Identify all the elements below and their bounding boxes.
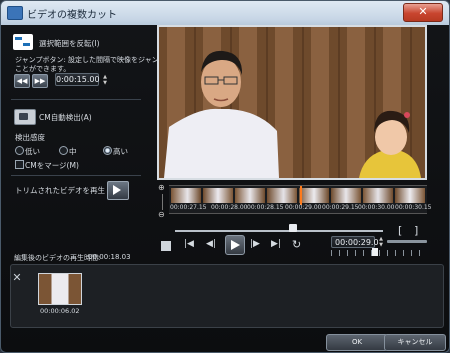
previous-frame-icon[interactable]: ◀| bbox=[206, 239, 216, 249]
play-icon bbox=[231, 240, 240, 250]
clip-thumbnail[interactable] bbox=[38, 273, 82, 305]
clip-time: 00:00:06.02 bbox=[40, 307, 80, 315]
delete-clip-icon[interactable]: ✕ bbox=[11, 271, 23, 285]
trim-duration-value: 00:00:18.03 bbox=[88, 253, 131, 261]
app-icon bbox=[7, 6, 23, 20]
timeline-filmstrip[interactable]: 00:00:27.15 00:00:28.00 00:00:28.15 00:0… bbox=[169, 185, 432, 214]
thumbnail bbox=[331, 188, 361, 203]
timecode-label: 00:00:27.15 bbox=[170, 204, 207, 211]
thumbnail bbox=[203, 188, 233, 203]
timecode-label: 00:00:30.15 bbox=[395, 204, 432, 211]
repeat-icon[interactable]: ↻ bbox=[292, 238, 301, 251]
zoom-out-icon[interactable]: ⊖ bbox=[158, 210, 165, 219]
scrub-bar[interactable] bbox=[175, 230, 383, 232]
clip-tray: ✕ 00:00:06.02 bbox=[10, 264, 444, 328]
current-time-display[interactable]: 00:00:29.0 bbox=[331, 236, 379, 248]
title-bar: ビデオの複数カット ✕ bbox=[1, 1, 449, 25]
divider bbox=[11, 99, 141, 100]
play-film-icon bbox=[113, 185, 121, 195]
thumbnail bbox=[395, 188, 425, 203]
fast-forward-icon[interactable]: ▶▶ bbox=[32, 74, 48, 88]
timecode-label: 00:00:30.00 bbox=[358, 204, 395, 211]
mark-in-bracket[interactable]: [ bbox=[398, 224, 402, 237]
jump-interval-input[interactable]: 0:00:15.00 bbox=[55, 73, 100, 86]
timecode-label: 00:00:29.15 bbox=[322, 204, 359, 211]
jog-ruler[interactable] bbox=[331, 250, 427, 256]
timecode-label: 00:00:28.15 bbox=[247, 204, 284, 211]
sensitivity-high-label[interactable]: 高い bbox=[113, 146, 128, 157]
thumbnail bbox=[299, 188, 329, 203]
zoom-slider[interactable] bbox=[162, 194, 163, 210]
scrub-handle-icon[interactable] bbox=[289, 224, 297, 232]
zoom-in-icon[interactable]: ⊕ bbox=[158, 183, 165, 192]
stop-icon[interactable] bbox=[161, 241, 171, 251]
timecode-label: 00:00:28.00 bbox=[211, 204, 248, 211]
mark-out-bracket[interactable]: ] bbox=[414, 224, 418, 237]
go-to-end-icon[interactable]: ▶| bbox=[271, 239, 281, 249]
video-preview bbox=[157, 25, 427, 180]
reverse-selection-label[interactable]: 選択範囲を反転(I) bbox=[39, 38, 100, 49]
timecode-label: 00:00:29.00 bbox=[285, 204, 322, 211]
shuttle-bar[interactable] bbox=[387, 240, 427, 243]
multi-trim-dialog: ビデオの複数カット ✕ 選択範囲を反転(I) ジャンプボタン: 設定した間隔で映… bbox=[0, 0, 450, 353]
sensitivity-low-label[interactable]: 低い bbox=[25, 146, 40, 157]
cm-merge-label[interactable]: CMをマージ(M) bbox=[25, 160, 79, 171]
go-to-start-icon[interactable]: |◀ bbox=[184, 239, 194, 249]
trim-play-label: トリムされたビデオを再生 bbox=[15, 186, 105, 195]
play-trimmed-button[interactable] bbox=[107, 181, 129, 200]
thumbnail bbox=[171, 188, 201, 203]
interval-spinner[interactable]: ▲ ▼ bbox=[101, 74, 109, 86]
ok-button[interactable]: OK bbox=[326, 334, 388, 351]
rewind-icon[interactable]: ◀◀ bbox=[14, 74, 30, 88]
sensitivity-low-radio[interactable] bbox=[15, 146, 24, 155]
sensitivity-label: 検出感度 bbox=[15, 133, 45, 142]
thumbnail bbox=[235, 188, 265, 203]
sensitivity-high-radio[interactable] bbox=[103, 146, 112, 155]
window-title: ビデオの複数カット bbox=[27, 10, 117, 21]
cancel-button[interactable]: キャンセル bbox=[384, 334, 446, 351]
cm-merge-checkbox[interactable] bbox=[15, 160, 24, 169]
divider-2 bbox=[11, 175, 141, 176]
video-frame bbox=[159, 27, 425, 178]
thumbnail bbox=[363, 188, 393, 203]
sensitivity-mid-radio[interactable] bbox=[59, 146, 68, 155]
time-spinner[interactable]: ▲ ▼ bbox=[377, 236, 385, 248]
cm-detect-label[interactable]: CM自動検出(A) bbox=[39, 112, 92, 123]
thumbnail bbox=[267, 188, 297, 203]
close-button[interactable]: ✕ bbox=[403, 3, 443, 22]
timeline-playhead[interactable] bbox=[300, 186, 302, 205]
play-button[interactable] bbox=[225, 235, 245, 255]
next-frame-icon[interactable]: |▶ bbox=[250, 239, 260, 249]
cm-detect-icon[interactable] bbox=[14, 109, 36, 125]
reverse-selection-icon[interactable] bbox=[13, 34, 33, 50]
sensitivity-mid-label[interactable]: 中 bbox=[69, 146, 77, 157]
jog-handle-icon[interactable] bbox=[372, 248, 378, 256]
